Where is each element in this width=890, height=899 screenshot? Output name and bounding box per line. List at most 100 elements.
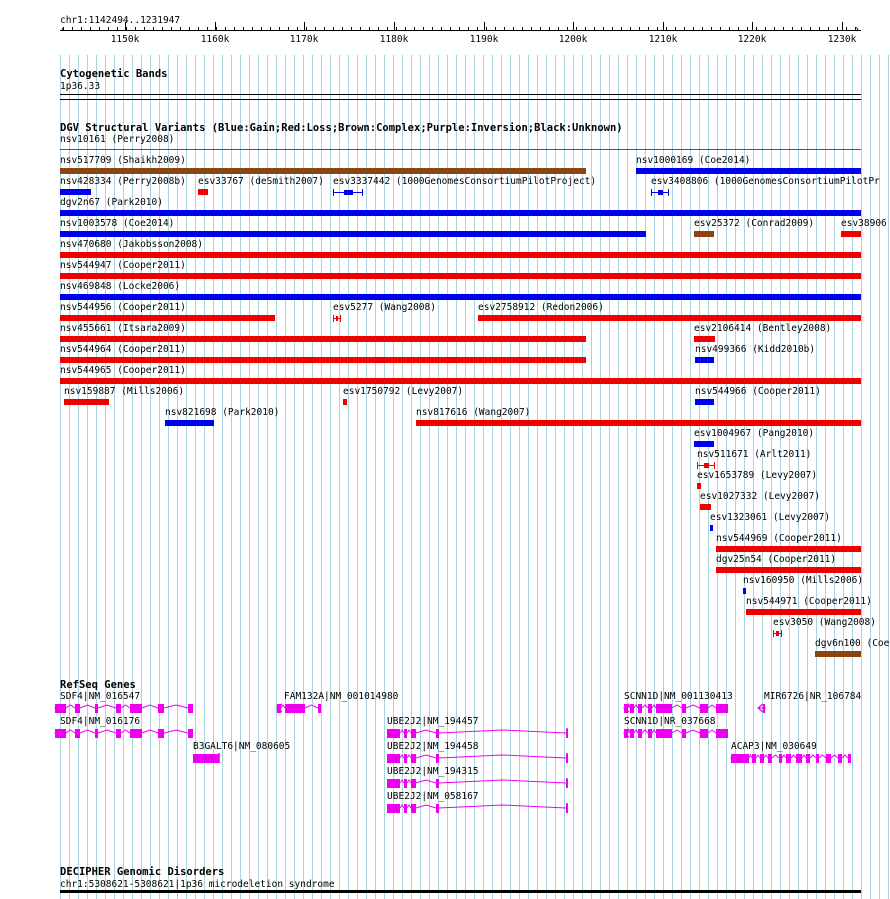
refseq-exon: [763, 704, 765, 713]
refseq-gene-label[interactable]: UBE2J2|NM_058167: [387, 791, 479, 802]
refseq-intron: [120, 704, 131, 709]
refseq-exon: [188, 704, 193, 713]
refseq-intron: [438, 729, 567, 734]
refseq-intron: [707, 704, 717, 709]
refseq-intron: [415, 729, 437, 734]
refseq-intron: [651, 729, 657, 734]
refseq-intron: [65, 729, 76, 734]
refseq-exon: [656, 704, 672, 713]
refseq-gene-label[interactable]: UBE2J2|NM_194315: [387, 766, 479, 777]
refseq-intron: [641, 729, 649, 734]
refseq-intron: [163, 729, 189, 734]
genome-browser-view: chr1:1142494..1231947 1150k 1160k 1170k 118…: [0, 0, 890, 899]
refseq-exon: [188, 729, 193, 738]
refseq-intron: [304, 704, 319, 709]
refseq-exon: [411, 729, 416, 738]
refseq-exon: [404, 779, 407, 788]
refseq-exon: [816, 754, 819, 763]
refseq-exon: [796, 754, 802, 763]
refseq-exon: [75, 729, 80, 738]
refseq-intron: [399, 804, 405, 809]
refseq-gene-label[interactable]: B3GALT6|NM_080605: [193, 741, 290, 752]
refseq-exon: [55, 729, 66, 738]
refseq-exon: [130, 729, 142, 738]
refseq-intron: [809, 754, 817, 759]
refseq-exon: [648, 729, 652, 738]
refseq-gene-label[interactable]: SCNN1D|NM_001130413: [624, 691, 733, 702]
refseq-intron: [707, 729, 717, 734]
refseq-gene-label[interactable]: SCNN1D|NR_037668: [624, 716, 716, 727]
refseq-exon: [700, 704, 708, 713]
refseq-exon: [411, 754, 416, 763]
refseq-exon: [387, 779, 400, 788]
refseq-intron: [830, 754, 839, 759]
refseq-intron: [641, 704, 649, 709]
refseq-intron: [141, 729, 159, 734]
refseq-exon: [116, 729, 121, 738]
refseq-gene-label[interactable]: UBE2J2|NM_194457: [387, 716, 479, 727]
refseq-gene-label[interactable]: MIR6726|NR_106784: [764, 691, 861, 702]
refseq-intron: [438, 804, 567, 809]
refseq-exon: [638, 704, 642, 713]
refseq-intron: [406, 729, 412, 734]
refseq-exon: [387, 754, 400, 763]
refseq-intron: [438, 754, 567, 759]
refseq-intron: [280, 704, 286, 709]
refseq-intron: [415, 804, 437, 809]
refseq-gene-label[interactable]: UBE2J2|NM_194458: [387, 741, 479, 752]
refseq-exon: [411, 804, 416, 813]
refseq-intron: [627, 703, 631, 709]
refseq-intron: [97, 729, 117, 734]
refseq-exon: [193, 754, 219, 763]
decipher-track-title[interactable]: DECIPHER Genomic Disorders: [60, 866, 224, 878]
refseq-exon: [656, 729, 672, 738]
refseq-exon: [848, 754, 851, 763]
refseq-exon: [760, 754, 764, 763]
refseq-exon: [716, 704, 728, 713]
refseq-gene-label[interactable]: SDF4|NM_016176: [60, 716, 140, 727]
refseq-gene-models: [54, 703, 851, 813]
refseq-exon: [95, 704, 98, 713]
refseq-intron: [627, 728, 631, 734]
refseq-intron: [415, 779, 437, 784]
refseq-exon: [318, 704, 321, 713]
refseq-intron: [755, 754, 761, 759]
refseq-intron: [163, 704, 189, 709]
refseq-exon: [700, 729, 708, 738]
decipher-entry[interactable]: chr1:5308621-5308621|1p36 microdeletion …: [60, 879, 335, 890]
refseq-exon: [768, 754, 772, 763]
refseq-intron: [415, 754, 437, 759]
refseq-intron: [120, 729, 131, 734]
refseq-intron: [438, 779, 567, 784]
refseq-intron: [801, 754, 807, 759]
refseq-exon: [436, 804, 439, 813]
refseq-exon: [436, 729, 439, 738]
refseq-intron: [406, 779, 412, 784]
refseq-intron: [65, 704, 76, 709]
refseq-intron: [633, 704, 639, 709]
refseq-intron: [685, 704, 701, 709]
refseq-exon: [838, 754, 842, 763]
refseq-exon: [806, 754, 810, 763]
refseq-intron: [685, 729, 701, 734]
refseq-gene-label[interactable]: SDF4|NM_016547: [60, 691, 140, 702]
refseq-exon: [630, 704, 634, 713]
refseq-exon: [436, 779, 439, 788]
refseq-exon: [648, 704, 652, 713]
refseq-exon: [387, 804, 400, 813]
refseq-exon: [786, 754, 791, 763]
refseq-gene-label[interactable]: ACAP3|NM_030649: [731, 741, 817, 752]
refseq-gene-label[interactable]: FAM132A|NM_001014980: [284, 691, 398, 702]
refseq-intron: [399, 754, 405, 759]
refseq-intron: [748, 753, 753, 759]
refseq-exon: [158, 729, 164, 738]
refseq-exon: [404, 754, 407, 763]
refseq-exon: [716, 729, 728, 738]
refseq-exon: [682, 729, 686, 738]
refseq-intron: [97, 704, 117, 709]
refseq-intron: [399, 779, 405, 784]
refseq-intron: [818, 754, 827, 759]
decipher-feature-bar[interactable]: [60, 890, 861, 893]
refseq-intron: [633, 729, 639, 734]
refseq-intron: [141, 704, 159, 709]
